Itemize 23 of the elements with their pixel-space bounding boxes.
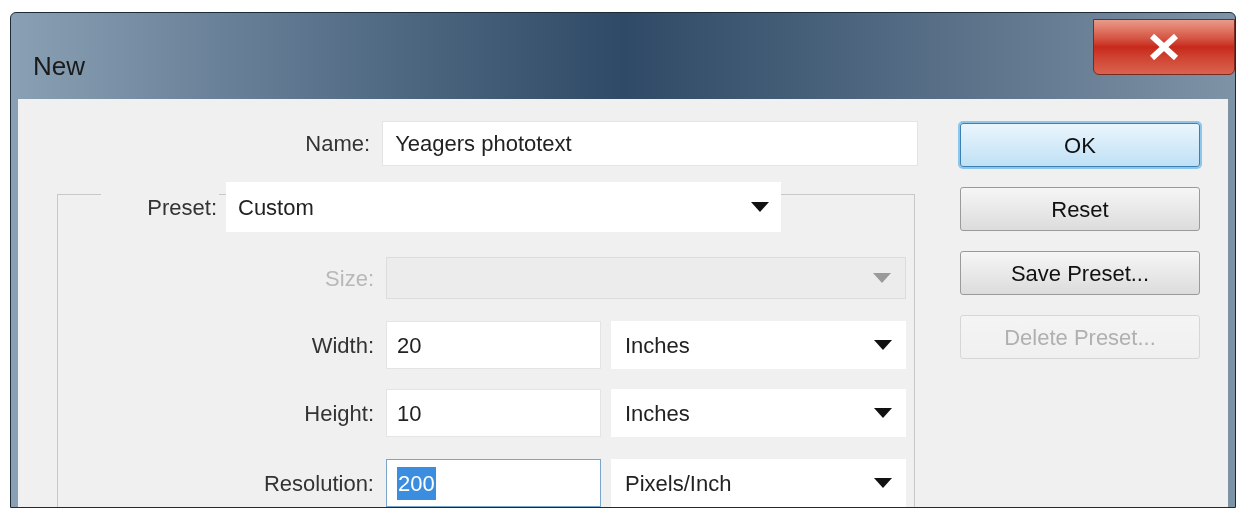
close-icon	[1149, 34, 1179, 60]
value-field[interactable]: 20	[386, 321, 601, 369]
field-label: Height:	[303, 399, 375, 428]
caret-icon	[874, 340, 892, 350]
unit-dropdown[interactable]: Inches	[611, 321, 906, 369]
preset-dropdown[interactable]: Custom	[226, 182, 781, 232]
field-label: Resolution:	[262, 469, 375, 498]
close-button[interactable]	[1093, 19, 1235, 75]
dialog-button[interactable]: Reset	[960, 187, 1200, 231]
unit-dropdown[interactable]: Inches	[611, 389, 906, 437]
window-title: New	[33, 50, 85, 83]
value-field[interactable]: 10	[386, 389, 601, 437]
name-field[interactable]: Yeagers phototext	[382, 121, 918, 166]
unit-dropdown[interactable]: Pixels/Inch	[611, 459, 906, 507]
caret-icon	[873, 273, 891, 283]
field-label: Width:	[310, 331, 375, 360]
name-label: Name:	[304, 130, 372, 158]
caret-icon	[874, 478, 892, 488]
caret-icon	[751, 202, 769, 212]
field-label: Size:	[324, 264, 375, 293]
dialog-button[interactable]: OK	[960, 123, 1200, 167]
caret-icon	[874, 408, 892, 418]
dialog-button[interactable]: Save Preset...	[960, 251, 1200, 295]
